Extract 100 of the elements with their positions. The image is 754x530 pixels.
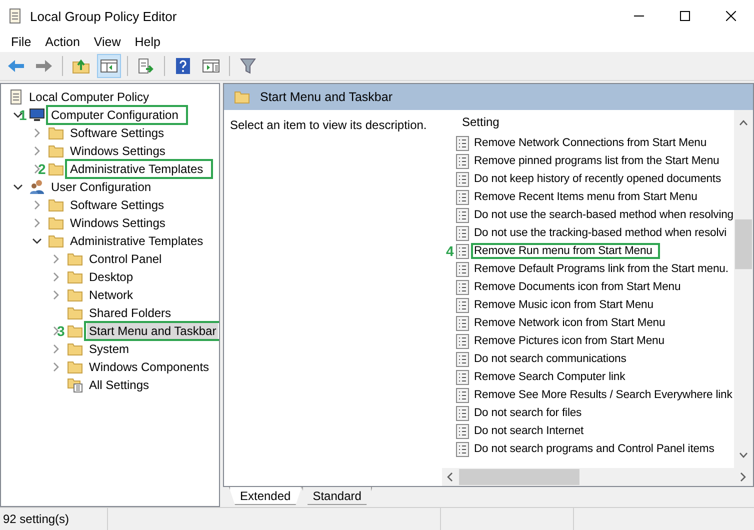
- tree-item[interactable]: Windows Settings: [68, 143, 168, 159]
- setting-item[interactable]: Remove Network Connections from Start Menu: [474, 137, 706, 149]
- setting-icon: [456, 406, 469, 420]
- column-header[interactable]: Setting: [462, 115, 500, 129]
- forward-arrow-icon: [35, 59, 53, 73]
- expand-chevron-icon[interactable]: [51, 344, 61, 354]
- expand-chevron-icon[interactable]: [51, 290, 61, 300]
- status-text: 92 setting(s): [2, 512, 70, 526]
- folder-icon: [48, 126, 64, 140]
- tree-item[interactable]: System: [87, 341, 132, 357]
- tree-item[interactable]: Control Panel: [87, 251, 164, 267]
- tree-item[interactable]: Desktop: [87, 269, 136, 285]
- pane-title: Start Menu and Taskbar: [260, 90, 392, 104]
- setting-icon: [456, 136, 469, 150]
- folder-icon: [67, 342, 83, 356]
- tree-item[interactable]: All Settings: [87, 377, 152, 393]
- tree-item[interactable]: Shared Folders: [87, 305, 174, 321]
- setting-icon: [456, 226, 469, 240]
- tree-item[interactable]: Windows Components: [87, 359, 212, 375]
- setting-item[interactable]: Do not keep history of recently opened documents: [474, 173, 722, 185]
- setting-icon: [456, 352, 469, 366]
- tree-item[interactable]: Windows Settings: [68, 215, 168, 231]
- step-number: 3: [57, 323, 66, 339]
- setting-item[interactable]: Do not search for files: [474, 407, 582, 419]
- tree-item[interactable]: Software Settings: [68, 125, 166, 141]
- setting-item[interactable]: Do not use the search-based method when resolving: [474, 209, 734, 221]
- setting-item[interactable]: Remove Documents icon from Start Menu: [474, 281, 681, 293]
- folder-up-icon: [72, 58, 90, 74]
- collapse-chevron-icon[interactable]: [13, 182, 23, 192]
- setting-icon: [456, 208, 469, 222]
- folder-icon: [67, 306, 83, 320]
- step-number: 1: [19, 107, 28, 123]
- setting-icon: [456, 334, 469, 348]
- setting-item[interactable]: Remove Network icon from Start Menu: [474, 317, 666, 329]
- folder-icon: [48, 198, 64, 212]
- view-tab[interactable]: Standard: [302, 487, 372, 505]
- export-icon: [137, 58, 155, 74]
- window-title: Local Group Policy Editor: [30, 8, 178, 24]
- folder-icon: [67, 252, 83, 266]
- scroll-icon: [8, 8, 22, 24]
- back-arrow-icon: [7, 59, 25, 73]
- users-icon: [29, 179, 45, 195]
- setting-icon: [456, 190, 469, 204]
- setting-item[interactable]: Remove Default Programs link from the Start menu.: [474, 263, 728, 275]
- description-text: Select an item to view its description.: [230, 118, 427, 132]
- folder-icon: [234, 90, 250, 104]
- menu-item[interactable]: Action: [38, 35, 87, 49]
- setting-icon: [456, 442, 469, 456]
- setting-item[interactable]: Remove Pictures icon from Start Menu: [474, 335, 664, 347]
- collapse-chevron-icon[interactable]: [32, 236, 42, 246]
- expand-chevron-icon[interactable]: [51, 272, 61, 282]
- folder-list-icon: [67, 377, 83, 393]
- vertical-scrollbar[interactable]: [734, 110, 753, 468]
- setting-item[interactable]: Do not use the tracking-based method when resolvi: [474, 227, 727, 239]
- setting-item[interactable]: Do not search programs and Control Panel items: [474, 443, 714, 455]
- setting-item[interactable]: Remove Search Computer link: [474, 371, 626, 383]
- setting-item[interactable]: Remove pinned programs list from the Start Menu: [474, 155, 720, 167]
- menu-item[interactable]: View: [86, 35, 128, 49]
- filter-icon: [240, 58, 256, 74]
- tree-item[interactable]: Administrative Templates: [68, 161, 206, 177]
- tree-item[interactable]: Network: [87, 287, 136, 303]
- setting-icon: [456, 262, 469, 276]
- tree-item[interactable]: Start Menu and Taskbar: [87, 323, 218, 339]
- tree-item[interactable]: Software Settings: [68, 197, 166, 213]
- tree-item[interactable]: User Configuration: [49, 179, 154, 195]
- setting-icon: [456, 388, 469, 402]
- horizontal-scrollbar[interactable]: [442, 468, 753, 486]
- computer-icon: [29, 108, 45, 122]
- setting-item[interactable]: Remove See More Results / Search Everywhere link: [474, 389, 732, 401]
- expand-chevron-icon[interactable]: [32, 218, 42, 228]
- folder-icon: [48, 144, 64, 158]
- setting-item[interactable]: Do not search communications: [474, 353, 626, 365]
- step-number: 4: [446, 243, 455, 259]
- expand-chevron-icon[interactable]: [32, 128, 42, 138]
- expand-chevron-icon[interactable]: [51, 254, 61, 264]
- setting-item[interactable]: Do not search Internet: [474, 425, 584, 437]
- setting-item[interactable]: Remove Music icon from Start Menu: [474, 299, 654, 311]
- expand-chevron-icon[interactable]: [51, 362, 61, 372]
- folder-icon: [67, 270, 83, 284]
- menu-item[interactable]: Help: [128, 35, 168, 49]
- menu-item[interactable]: File: [4, 35, 38, 49]
- setting-item[interactable]: Remove Recent Items menu from Start Menu: [474, 191, 698, 203]
- tree-item[interactable]: Local Computer Policy: [27, 89, 152, 105]
- folder-icon: [67, 360, 83, 374]
- folder-icon: [67, 324, 83, 338]
- view-tab[interactable]: Extended: [229, 487, 302, 505]
- pane-icon: [100, 59, 118, 73]
- show-tree-button[interactable]: [97, 54, 121, 78]
- setting-item[interactable]: Remove Run menu from Start Menu: [474, 245, 652, 257]
- setting-icon: [456, 370, 469, 384]
- setting-icon: [456, 244, 469, 258]
- setting-icon: [456, 280, 469, 294]
- setting-icon: [456, 424, 469, 438]
- tree-item[interactable]: Administrative Templates: [68, 233, 206, 249]
- expand-chevron-icon[interactable]: [32, 146, 42, 156]
- folder-icon: [48, 216, 64, 230]
- tree-item[interactable]: Computer Configuration: [49, 107, 180, 123]
- properties-icon: [202, 59, 220, 73]
- expand-chevron-icon[interactable]: [32, 200, 42, 210]
- setting-icon: [456, 316, 469, 330]
